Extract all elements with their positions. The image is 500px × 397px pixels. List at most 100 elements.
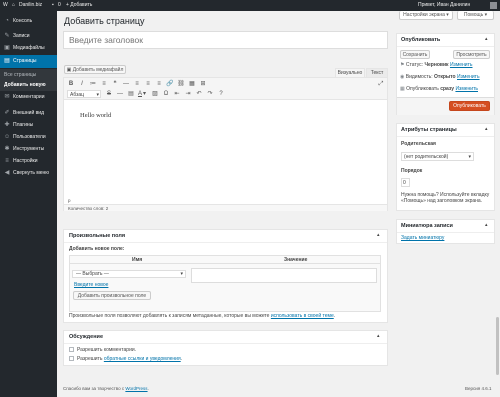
align-left-icon[interactable]: ≡ [133, 80, 141, 88]
set-featured-image-link[interactable]: Задать миниатюру [401, 235, 444, 241]
order-input[interactable]: 0 [401, 178, 410, 187]
avatar[interactable] [490, 2, 497, 9]
bold-button[interactable]: B [67, 80, 75, 88]
bullet-list-icon[interactable]: ≔ [89, 80, 97, 88]
menu-media[interactable]: ▣ Медиафайлы [0, 43, 57, 53]
horizontal-line-icon[interactable]: — [122, 80, 130, 88]
status-row: ⚑ Статус: Черновик Изменить [400, 62, 473, 68]
format-select[interactable]: Абзац ▾ [67, 90, 101, 98]
pings-link[interactable]: обратные ссылки и уведомления [104, 356, 181, 362]
order-label: Порядок [401, 168, 423, 174]
divider [64, 242, 387, 243]
menu-comments[interactable]: ✉ Комментарии [0, 92, 57, 102]
quote-icon[interactable]: ❝ [111, 80, 119, 88]
scrollbar-thumb[interactable] [496, 317, 499, 375]
add-media-button[interactable]: ▣ Добавить медиафайл [64, 65, 126, 74]
italic-button[interactable]: I [78, 80, 86, 88]
editor-content[interactable]: Hello world [80, 112, 111, 119]
toggle-arrow-icon[interactable]: ▴ [485, 222, 488, 228]
use-in-theme-link[interactable]: использовать в своей теме [271, 313, 334, 319]
user-greeting[interactable]: Привет, Иван Данилин [418, 0, 470, 11]
redo-icon[interactable]: ↷ [206, 90, 214, 98]
site-name-link[interactable]: Danilin.biz [19, 0, 42, 11]
divider [397, 136, 494, 137]
discussion-title[interactable]: Обсуждение [69, 334, 103, 340]
menu-plugins[interactable]: ✚ Плагины [0, 120, 57, 130]
menu-appearance[interactable]: ✐ Внешний вид [0, 108, 57, 118]
publish-box: Опубликовать ▴ Сохранить Просмотреть ⚑ С… [396, 33, 495, 115]
add-new-menu[interactable]: + Добавить [66, 0, 92, 11]
site-home-icon[interactable]: ⌂ [12, 0, 15, 11]
schedule-row: ▦ Опубликовать сразу Изменить [400, 86, 478, 92]
toggle-arrow-icon[interactable]: ▴ [377, 232, 380, 238]
wordpress-link[interactable]: WordPress [125, 386, 147, 391]
chevron-down-icon[interactable]: ▾ [142, 90, 147, 98]
edit-status-link[interactable]: Изменить [450, 62, 473, 68]
help-button[interactable]: Помощь ▾ [457, 11, 494, 20]
omega-icon[interactable]: Ω [162, 90, 170, 98]
publish-button[interactable]: Опубликовать [449, 101, 490, 111]
menu-users[interactable]: ☺ Пользователи [0, 132, 57, 142]
toolbar-toggle-icon[interactable]: ⊞ [199, 80, 207, 88]
toggle-arrow-icon[interactable]: ▴ [377, 333, 380, 339]
field-value-textarea[interactable] [191, 268, 377, 283]
menu-settings[interactable]: ≡ Настройки [0, 156, 57, 166]
allow-pings-checkbox[interactable] [69, 356, 74, 361]
unlink-icon[interactable]: ⛓ [177, 80, 185, 88]
align-right-icon[interactable]: ≡ [155, 80, 163, 88]
collapse-icon: ◀ [4, 170, 10, 176]
align-center-icon[interactable]: ≡ [144, 80, 152, 88]
save-draft-button[interactable]: Сохранить [400, 50, 430, 59]
table-header: Имя Значение [70, 256, 380, 264]
wordpress-logo-icon[interactable]: W [3, 0, 8, 11]
justify-icon[interactable]: ▤ [127, 90, 135, 98]
screen-options-button[interactable]: Настройки экрана ▾ [399, 11, 453, 20]
link-icon[interactable]: 🔗 [166, 80, 174, 88]
indent-icon[interactable]: ⇥ [184, 90, 192, 98]
comments-count[interactable]: 0 [58, 0, 61, 11]
title-input[interactable] [63, 31, 388, 49]
custom-fields-title[interactable]: Произвольные поля [69, 233, 125, 239]
numbered-list-icon[interactable]: ≡ [100, 80, 108, 88]
menu-tools[interactable]: ✱ Инструменты [0, 144, 57, 154]
parent-select[interactable]: (нет родительской) ▾ [401, 152, 474, 161]
help-icon[interactable]: ? [217, 90, 225, 98]
add-custom-field-button[interactable]: Добавить произвольное поле [73, 291, 151, 300]
menu-posts[interactable]: ✎ Записи [0, 31, 57, 41]
page-attributes-title[interactable]: Атрибуты страницы [401, 127, 457, 133]
divider [397, 232, 494, 233]
publish-title[interactable]: Опубликовать [401, 37, 440, 43]
menu-pages[interactable]: ▤ Страницы [0, 55, 57, 68]
column-name: Имя [132, 257, 143, 263]
editor-container: B I ≔ ≡ ❝ — ≡ ≡ ≡ 🔗 ⛓ ▦ ⊞ ⤢ Абзац ▾ S — ▤… [63, 77, 388, 211]
featured-image-title[interactable]: Миниатюра записи [401, 223, 453, 229]
allow-comments-checkbox[interactable] [69, 347, 74, 352]
chevron-down-icon: ▾ [180, 271, 183, 277]
submenu-all-pages[interactable]: Все страницы [0, 70, 57, 80]
strikethrough-button[interactable]: S [105, 90, 113, 98]
edit-schedule-link[interactable]: Изменить [455, 86, 478, 92]
plugin-icon: ✚ [4, 122, 10, 128]
paste-text-icon[interactable]: ▨ [151, 90, 159, 98]
read-more-icon[interactable]: ▦ [188, 80, 196, 88]
enter-new-link[interactable]: Введите новое [74, 282, 108, 288]
tab-text[interactable]: Текст [366, 68, 388, 77]
toggle-arrow-icon[interactable]: ▴ [485, 36, 488, 42]
footer-version: Версия 4.6.1 [465, 386, 492, 391]
outdent-icon[interactable]: ⇤ [173, 90, 181, 98]
menu-dashboard[interactable]: ◔ Консоль [0, 16, 57, 26]
fullscreen-icon[interactable]: ⤢ [377, 80, 385, 88]
horizontal-line-icon[interactable]: — [116, 90, 124, 98]
toggle-arrow-icon[interactable]: ▴ [485, 126, 488, 132]
custom-fields-help: Произвольные поля позволяют добавлять к … [69, 313, 336, 319]
tab-visual[interactable]: Визуально [335, 68, 365, 77]
submenu-add-new[interactable]: Добавить новую [0, 80, 57, 90]
brush-icon: ✐ [4, 110, 10, 116]
preview-button[interactable]: Просмотреть [453, 50, 490, 59]
edit-visibility-link[interactable]: Изменить [457, 74, 480, 80]
admin-bar: W ⌂ Danilin.biz ▪ 0 + Добавить Привет, И… [0, 0, 500, 11]
undo-icon[interactable]: ↶ [195, 90, 203, 98]
collapse-menu[interactable]: ◀ Свернуть меню [0, 168, 57, 178]
comments-icon[interactable]: ▪ [52, 0, 54, 11]
field-name-select[interactable]: — Выбрать — ▾ [72, 270, 186, 278]
